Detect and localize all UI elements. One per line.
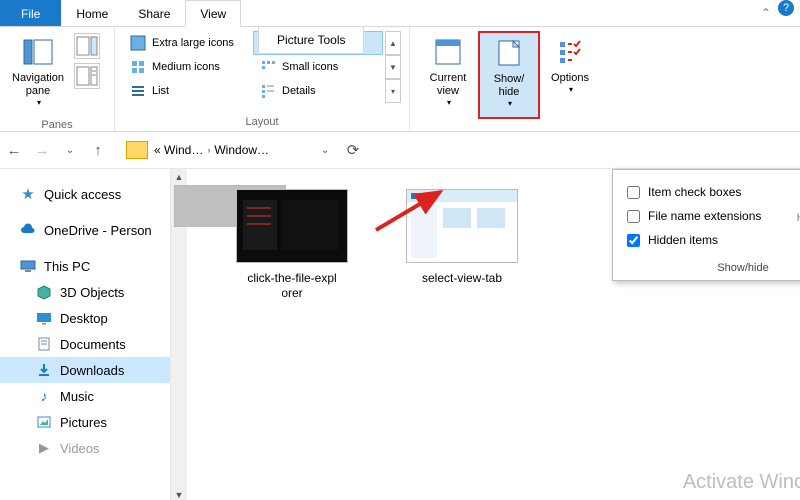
show-hide-dropdown-panel: Hide selected items Item check boxes Fil…: [612, 169, 800, 281]
preview-pane-button[interactable]: [74, 33, 100, 59]
layout-medium-icons[interactable]: Medium icons: [123, 55, 253, 79]
nav-pane: ★Quick access OneDrive - Person This PC …: [0, 169, 171, 500]
desktop-icon: [36, 310, 52, 326]
cloud-icon: [20, 222, 36, 238]
download-icon: [36, 362, 52, 378]
sidebar-item-videos[interactable]: ▶Videos: [0, 435, 170, 461]
sidebar-item-documents[interactable]: Documents: [0, 331, 170, 357]
sidebar-item-pictures[interactable]: Pictures: [0, 409, 170, 435]
group-label-layout: Layout: [245, 114, 278, 131]
file-name-extensions-checkbox[interactable]: File name extensions: [623, 204, 800, 228]
pc-icon: [20, 258, 36, 274]
sidebar-item-this-pc[interactable]: This PC: [0, 253, 170, 279]
folder-icon: [126, 141, 148, 159]
sidebar-item-3d-objects[interactable]: 3D Objects: [0, 279, 170, 305]
watermark: Activate Winc: [683, 471, 800, 494]
layout-small-icons[interactable]: Small icons: [253, 55, 383, 79]
picture-icon: [36, 414, 52, 430]
ribbon-view: Navigation pane▾ Panes Extra large icons…: [0, 27, 800, 132]
tab-view[interactable]: View: [185, 0, 241, 27]
history-dropdown-icon[interactable]: ⌄: [56, 136, 84, 164]
layout-scroll-down-icon[interactable]: ▼: [385, 55, 401, 79]
group-view-options: Current view▾ Show/ hide▾ Options▾: [410, 27, 608, 131]
sidebar-item-onedrive[interactable]: OneDrive - Person: [0, 217, 170, 243]
tab-file[interactable]: File: [0, 0, 61, 26]
forward-button[interactable]: →: [28, 136, 56, 164]
breadcrumb[interactable]: « Wind…›Window…: [152, 143, 271, 157]
layout-details[interactable]: Details: [253, 79, 383, 103]
sidebar-item-downloads[interactable]: Downloads: [0, 357, 170, 383]
address-bar: ← → ⌄ ↑ « Wind…›Window… ⌄ ⟳: [0, 132, 800, 169]
tab-home[interactable]: Home: [61, 0, 123, 26]
help-icon[interactable]: ?: [778, 0, 794, 16]
file-item[interactable]: click-the-file-expl orer: [227, 189, 357, 301]
layout-extra-large-icons[interactable]: Extra large icons: [123, 31, 253, 55]
item-check-boxes-checkbox[interactable]: Item check boxes: [623, 180, 800, 204]
music-icon: ♪: [36, 388, 52, 404]
document-icon: [36, 336, 52, 352]
file-list: click-the-file-expl orer select-view-tab…: [187, 169, 800, 500]
scroll-up-icon[interactable]: ▲: [171, 169, 187, 185]
sidebar-item-desktop[interactable]: Desktop: [0, 305, 170, 331]
file-name: click-the-file-expl orer: [247, 271, 336, 301]
navigation-pane-button[interactable]: Navigation pane▾: [8, 31, 68, 117]
group-label-panes: Panes: [41, 117, 72, 134]
file-item[interactable]: select-view-tab: [397, 189, 527, 301]
details-pane-button[interactable]: [74, 63, 100, 89]
minimize-ribbon-chevron[interactable]: ⌃: [754, 0, 778, 26]
tab-share[interactable]: Share: [123, 0, 185, 26]
star-icon: ★: [20, 186, 36, 202]
scroll-down-icon[interactable]: ▼: [171, 487, 187, 500]
thumbnail: [236, 189, 348, 263]
layout-scroll-up-icon[interactable]: ▲: [385, 31, 401, 55]
sidebar-scrollbar[interactable]: ▲ ▼: [171, 169, 187, 500]
panel-group-label: Show/hide: [623, 262, 800, 274]
layout-expand-icon[interactable]: ▾: [385, 79, 401, 103]
show-hide-button[interactable]: Show/ hide▾: [478, 31, 540, 119]
breadcrumb-dropdown-icon[interactable]: ⌄: [311, 136, 339, 164]
cube-icon: [36, 284, 52, 300]
layout-list[interactable]: List: [123, 79, 253, 103]
thumbnail: [406, 189, 518, 263]
refresh-button[interactable]: ⟳: [339, 136, 367, 164]
group-panes: Navigation pane▾ Panes: [0, 27, 115, 131]
hide-selected-items-button[interactable]: Hide selected items: [795, 174, 800, 236]
ribbon-tabs: File Home Share View Manage ⌃ ?: [0, 0, 800, 27]
current-view-button[interactable]: Current view▾: [418, 31, 478, 117]
hidden-items-checkbox[interactable]: Hidden items: [623, 228, 800, 252]
back-button[interactable]: ←: [0, 136, 28, 164]
up-button[interactable]: ↑: [84, 136, 112, 164]
tab-picture-tools[interactable]: Picture Tools: [258, 27, 364, 54]
video-icon: ▶: [36, 440, 52, 456]
sidebar-item-quick-access[interactable]: ★Quick access: [0, 181, 170, 207]
options-button[interactable]: Options▾: [540, 31, 600, 117]
file-name: select-view-tab: [422, 271, 502, 286]
sidebar-item-music[interactable]: ♪Music: [0, 383, 170, 409]
